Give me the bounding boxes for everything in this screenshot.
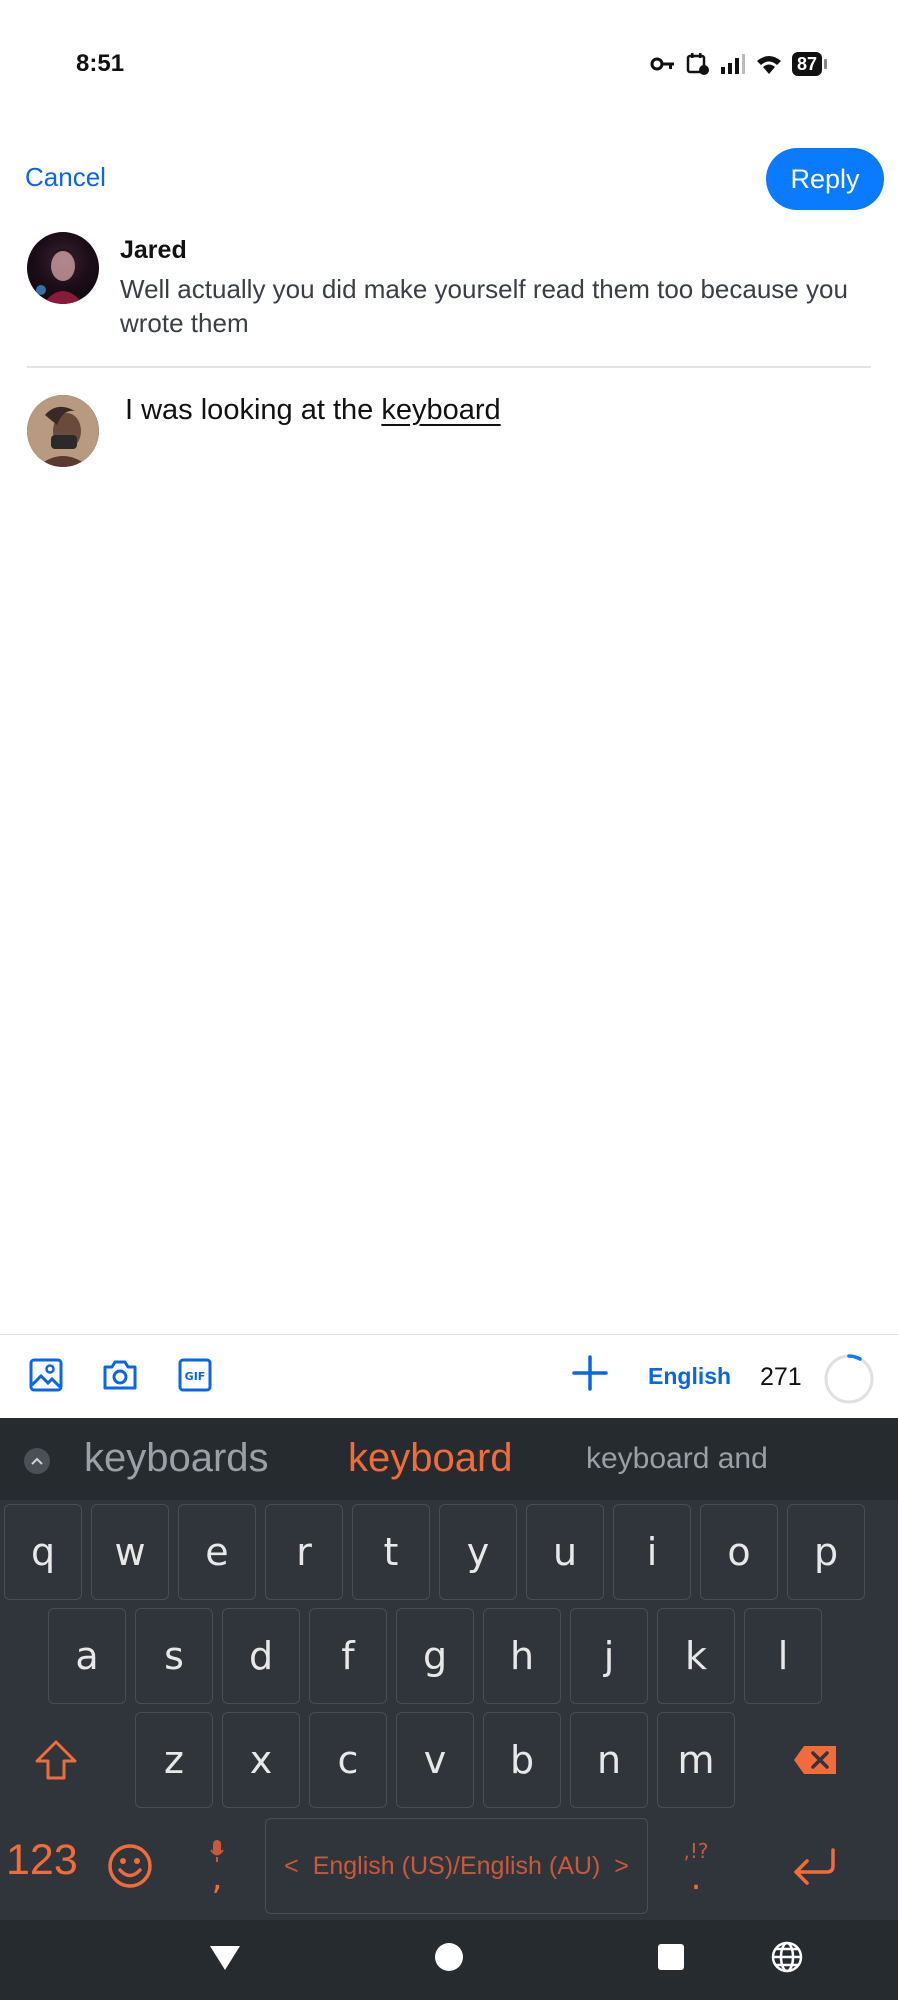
key-i[interactable]: i	[613, 1504, 691, 1600]
camera-icon[interactable]	[102, 1357, 138, 1393]
key-w[interactable]: w	[91, 1504, 169, 1600]
key-a[interactable]: a	[48, 1608, 126, 1704]
key-d[interactable]: d	[222, 1608, 300, 1704]
signal-icon	[720, 54, 745, 74]
key-j[interactable]: j	[570, 1608, 648, 1704]
reply-button[interactable]: Reply	[766, 148, 884, 210]
key-y[interactable]: y	[439, 1504, 517, 1600]
post-author: Jared	[120, 236, 187, 264]
compose-text-underlined: keyboard	[381, 394, 501, 426]
key-x[interactable]: x	[222, 1712, 300, 1808]
post-text: Well actually you did make yourself read…	[120, 274, 848, 338]
key-e[interactable]: e	[178, 1504, 256, 1600]
period-label: .	[690, 1858, 702, 1898]
status-time: 8:51	[76, 50, 125, 77]
svg-text:GIF: GIF	[185, 1370, 206, 1383]
chevron-left-icon: <	[284, 1851, 299, 1880]
suggestion-right[interactable]: keyboard and	[586, 1442, 768, 1476]
compose-input[interactable]: I was looking at the keyboard	[125, 394, 501, 427]
cancel-button[interactable]: Cancel	[25, 162, 106, 193]
key-z[interactable]: z	[135, 1712, 213, 1808]
emoji-key[interactable]	[100, 1818, 160, 1914]
suggestion-center[interactable]: keyboard	[348, 1436, 513, 1481]
key-c[interactable]: c	[309, 1712, 387, 1808]
avatar-image	[36, 249, 83, 304]
avatar-current-user	[27, 395, 99, 467]
suggestion-bar: keyboards keyboard keyboard and	[0, 1418, 898, 1500]
key-v[interactable]: v	[396, 1712, 474, 1808]
key-q[interactable]: q	[4, 1504, 82, 1600]
backspace-icon	[794, 1746, 836, 1774]
home-icon[interactable]	[434, 1940, 464, 1974]
chevron-up-icon	[31, 1457, 43, 1465]
vpn-key-icon	[650, 57, 674, 71]
key-o[interactable]: o	[700, 1504, 778, 1600]
comma-label: ,	[211, 1858, 223, 1898]
avatar-jared[interactable]	[27, 232, 99, 304]
key-b[interactable]: b	[483, 1712, 561, 1808]
key-s[interactable]: s	[135, 1608, 213, 1704]
enter-icon	[794, 1848, 835, 1885]
suggestion-left[interactable]: keyboards	[84, 1436, 269, 1481]
chevron-right-icon: >	[614, 1851, 629, 1880]
suggestion-toggle[interactable]	[24, 1448, 50, 1474]
key-g[interactable]: g	[396, 1608, 474, 1704]
navigation-bar	[0, 1920, 898, 2000]
key-t[interactable]: t	[352, 1504, 430, 1600]
globe-icon[interactable]	[770, 1940, 804, 1974]
key-m[interactable]: m	[657, 1712, 735, 1808]
calendar-alarm-icon	[686, 53, 709, 75]
gif-icon[interactable]: GIF	[177, 1357, 213, 1393]
compose-toolbar: GIF English 271	[0, 1334, 898, 1418]
status-bar: 8:51 87	[0, 0, 898, 130]
back-icon[interactable]	[208, 1940, 242, 1974]
backspace-key[interactable]	[770, 1712, 860, 1808]
comma-key[interactable]: ,	[178, 1818, 256, 1914]
battery-indicator: 87	[791, 52, 828, 76]
avatar-image	[27, 395, 99, 467]
divider	[27, 366, 871, 368]
shift-key[interactable]	[14, 1712, 98, 1808]
space-bar[interactable]: < English (US)/English (AU) >	[265, 1818, 648, 1914]
language-selector[interactable]: English	[648, 1363, 731, 1390]
recents-icon[interactable]	[656, 1940, 686, 1974]
character-count: 271	[760, 1363, 802, 1391]
key-r[interactable]: r	[265, 1504, 343, 1600]
period-key[interactable]: ,!? .	[658, 1818, 734, 1914]
plus-icon[interactable]	[570, 1353, 610, 1393]
character-progress-ring	[824, 1354, 874, 1404]
image-icon[interactable]	[28, 1357, 64, 1393]
space-label: English (US)/English (AU)	[312, 1851, 601, 1880]
status-icons: 87	[650, 52, 828, 76]
key-l[interactable]: l	[744, 1608, 822, 1704]
key-u[interactable]: u	[526, 1504, 604, 1600]
key-h[interactable]: h	[483, 1608, 561, 1704]
wifi-icon	[756, 56, 781, 74]
key-k[interactable]: k	[657, 1608, 735, 1704]
key-p[interactable]: p	[787, 1504, 865, 1600]
numbers-key[interactable]: 123	[6, 1836, 78, 1885]
emoji-icon	[108, 1844, 152, 1888]
compose-text-plain: I was looking at the	[125, 394, 382, 426]
key-f[interactable]: f	[309, 1608, 387, 1704]
enter-key[interactable]	[764, 1818, 864, 1914]
shift-icon	[35, 1740, 77, 1780]
key-n[interactable]: n	[570, 1712, 648, 1808]
keyboard: keyboards keyboard keyboard and q w e r …	[0, 1418, 898, 1920]
